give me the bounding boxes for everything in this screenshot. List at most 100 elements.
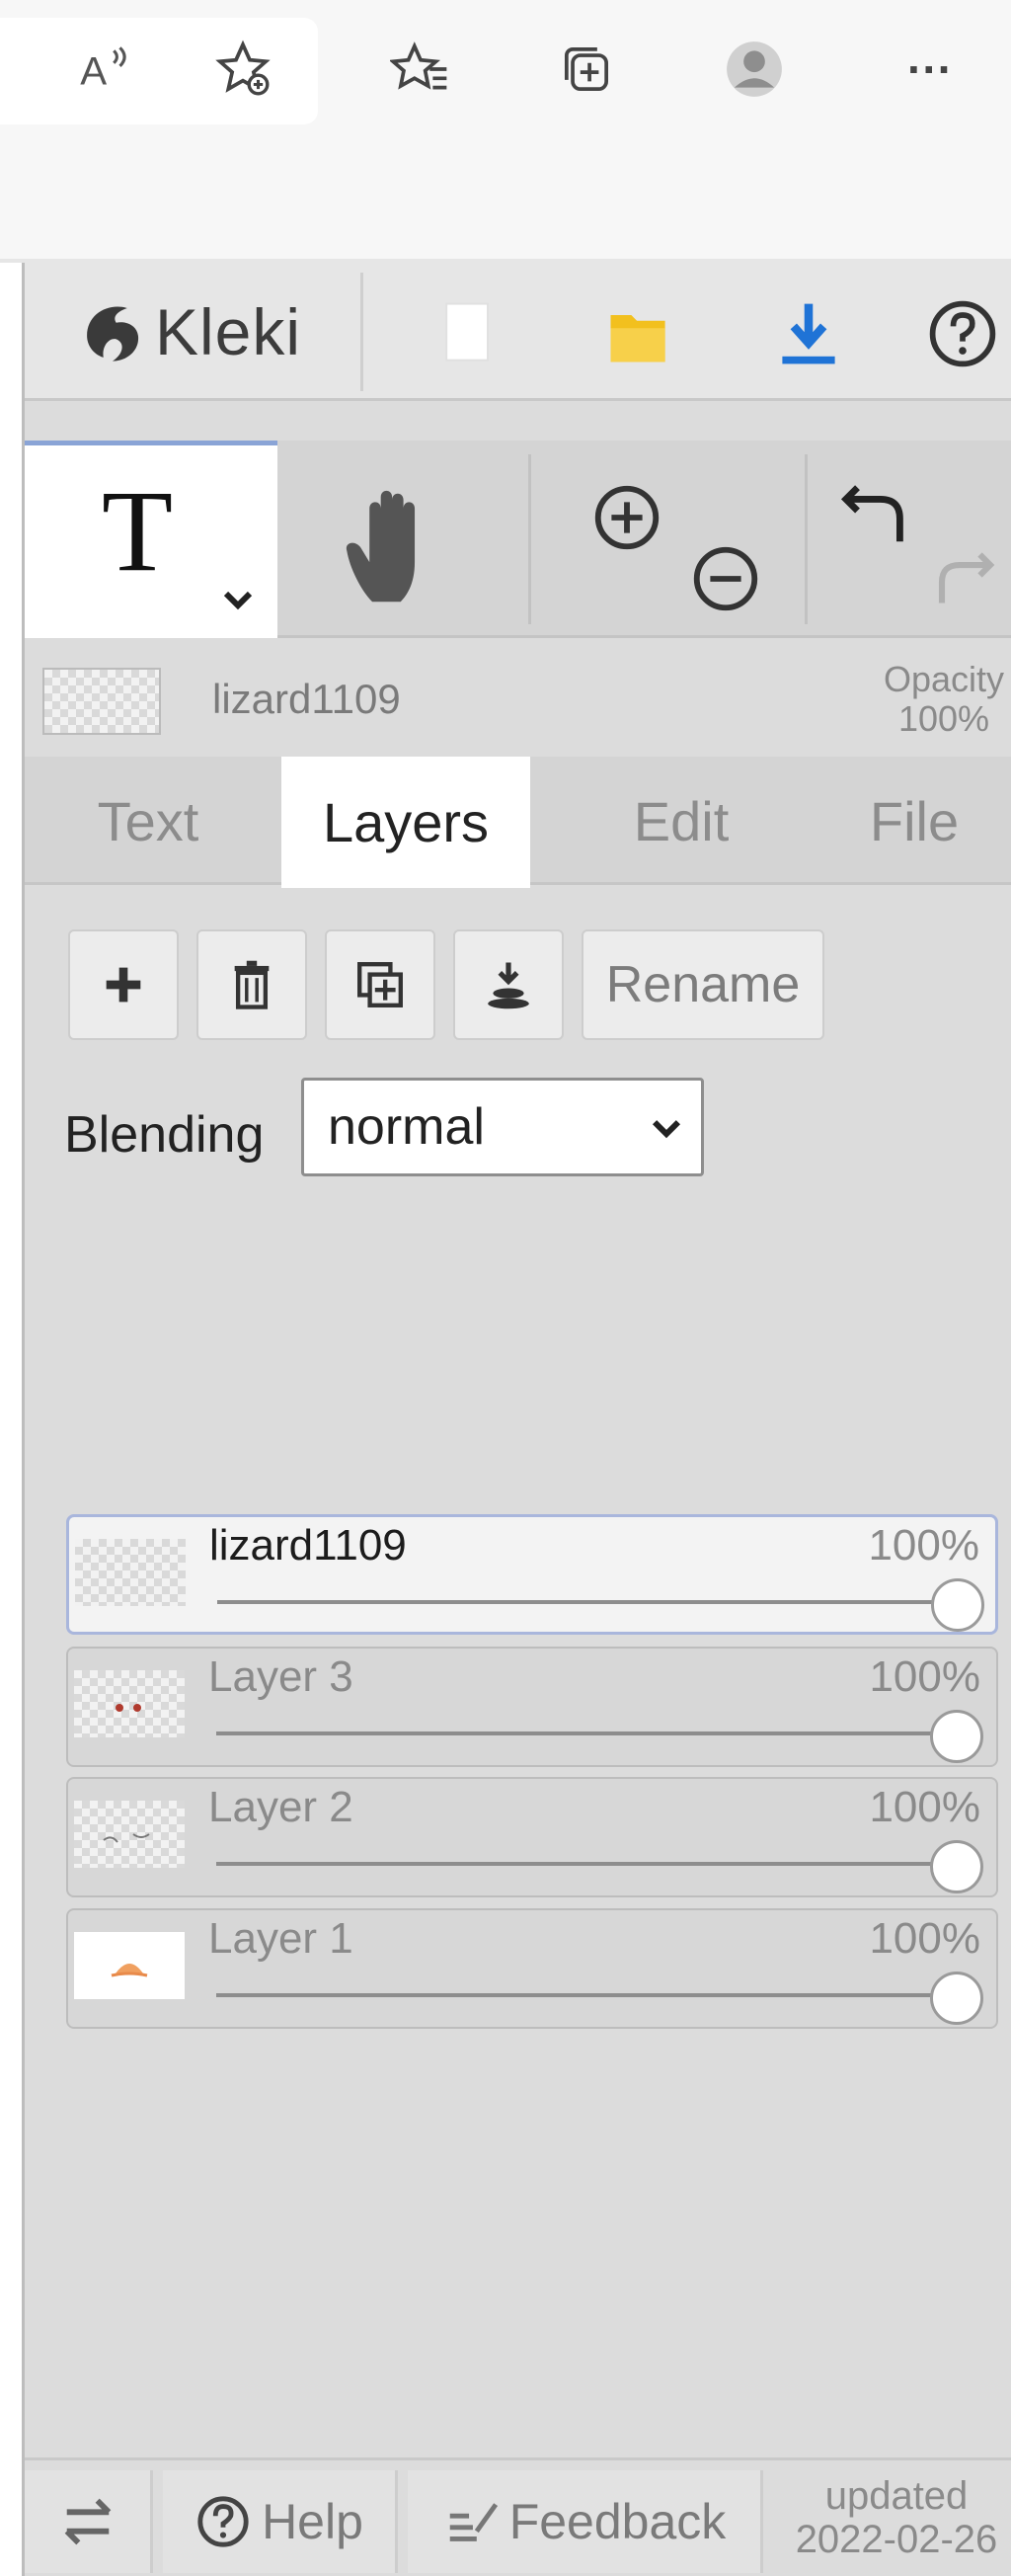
tab-text[interactable]: Text — [25, 757, 272, 885]
add-favorite-icon[interactable] — [201, 28, 284, 111]
page-content-edge — [0, 263, 22, 2576]
kleki-logo-icon — [87, 306, 139, 362]
redo-icon — [938, 552, 995, 604]
redo-button[interactable] — [913, 529, 1011, 628]
open-image-icon — [610, 315, 665, 362]
chevron-down-icon — [652, 1120, 681, 1139]
current-layer-opacity: Opacity 100% — [884, 660, 1004, 739]
swap-arrows-icon — [64, 2498, 111, 2545]
opacity-value: 100% — [897, 698, 990, 739]
layer-opacity: 100% — [869, 1783, 980, 1831]
delete-layer-icon — [234, 960, 270, 1009]
svg-text:A: A — [80, 49, 107, 94]
blending-label: Blending — [64, 1106, 265, 1164]
feedback-label: Feedback — [508, 2494, 727, 2549]
profile-icon[interactable] — [713, 28, 796, 111]
help-footer-button[interactable]: Help — [163, 2470, 398, 2573]
layer-thumbnail-art — [116, 1704, 141, 1712]
undo-icon — [840, 485, 903, 542]
collections-icon[interactable] — [545, 28, 628, 111]
layer-name: Layer 1 — [208, 1914, 353, 1963]
save-image-icon — [782, 303, 835, 364]
layers-panel: Rename Blending normal lizard1109 100% L… — [25, 888, 1011, 2419]
layer-name: lizard1109 — [209, 1521, 407, 1570]
duplicate-layer-button[interactable] — [325, 929, 435, 1040]
text-tool-icon: T — [102, 466, 174, 596]
layer-item-layer-1[interactable]: Layer 1 100% — [66, 1908, 998, 2029]
updated-date: 2022-02-26 — [795, 2518, 998, 2561]
layer-opacity: 100% — [869, 1914, 980, 1963]
current-layer-name: lizard1109 — [212, 676, 401, 722]
help-button[interactable] — [913, 284, 1011, 383]
help-icon — [197, 2496, 249, 2547]
tool-separator — [528, 454, 531, 624]
tool-row: T — [25, 441, 1011, 638]
duplicate-layer-icon — [357, 962, 403, 1007]
feedback-pen-icon — [449, 2503, 498, 2541]
zoom-out-button[interactable] — [666, 529, 785, 628]
tab-file[interactable]: File — [815, 757, 1011, 885]
merge-down-button[interactable] — [453, 929, 564, 1040]
kleki-logo[interactable]: Kleki — [76, 286, 301, 377]
panel-tabs: Text Layers Edit File — [25, 757, 1011, 888]
layer-thumbnail-art — [103, 1833, 150, 1843]
layer-opacity-knob[interactable] — [930, 1840, 983, 1893]
current-layer-info: lizard1109 Opacity 100% — [25, 638, 1011, 757]
save-image-button[interactable] — [759, 284, 858, 383]
help-label: Help — [262, 2494, 363, 2549]
layer-item-layer-3[interactable]: Layer 3 100% — [66, 1647, 998, 1767]
layer-name: Layer 3 — [208, 1652, 353, 1701]
layer-opacity: 100% — [869, 1652, 980, 1701]
kleki-logo-text: Kleki — [155, 295, 302, 368]
kleki-side-panel: Kleki T lizard1109 Opacity 100% Text Lay… — [22, 263, 1011, 2576]
blending-value: normal — [328, 1098, 485, 1156]
layer-opacity-knob[interactable] — [930, 1972, 983, 2025]
more-icon[interactable]: ··· — [889, 28, 972, 111]
merge-down-icon — [488, 962, 529, 1009]
layer-name: Layer 2 — [208, 1783, 353, 1831]
chevron-down-icon[interactable] — [218, 580, 258, 619]
blending-select[interactable]: normal — [301, 1078, 704, 1176]
layer-thumbnail-art — [111, 1964, 148, 1977]
layer-opacity-slider[interactable] — [216, 1862, 965, 1866]
opacity-label: Opacity — [883, 659, 1004, 699]
layer-item-layer-2[interactable]: Layer 2 100% — [66, 1777, 998, 1897]
layer-thumbnail — [74, 1670, 185, 1737]
browser-toolbar: A ··· — [0, 0, 1011, 259]
current-layer-thumbnail — [42, 668, 161, 735]
layer-item-lizard1109[interactable]: lizard1109 100% — [66, 1514, 998, 1635]
updated-label: updated — [824, 2474, 969, 2518]
hand-tool-button[interactable] — [311, 476, 479, 614]
layer-opacity-slider[interactable] — [216, 1731, 965, 1735]
layer-thumbnail — [74, 1932, 185, 1999]
open-image-button[interactable] — [589, 284, 688, 383]
tool-separator — [805, 454, 808, 624]
zoom-out-icon — [693, 546, 758, 611]
layer-opacity: 100% — [868, 1521, 979, 1570]
layer-thumbnail — [75, 1539, 186, 1606]
panel-footer: Help Feedback updated 2022-02-26 — [25, 2457, 1011, 2576]
read-aloud-icon[interactable]: A — [63, 28, 146, 111]
text-tool-button[interactable]: T — [25, 441, 277, 638]
delete-layer-button[interactable] — [196, 929, 307, 1040]
swap-side-button[interactable] — [25, 2470, 153, 2573]
layer-opacity-knob[interactable] — [931, 1578, 984, 1632]
layer-thumbnail — [74, 1801, 185, 1868]
tab-edit[interactable]: Edit — [558, 757, 805, 885]
updated-info: updated 2022-02-26 — [773, 2474, 1011, 2561]
zoom-in-icon — [594, 485, 660, 550]
layer-opacity-slider[interactable] — [216, 1993, 965, 1997]
tab-layers[interactable]: Layers — [281, 757, 530, 888]
header-divider — [360, 273, 363, 391]
new-image-icon — [445, 302, 489, 362]
favorites-icon[interactable] — [379, 28, 462, 111]
rename-label: Rename — [605, 956, 801, 1013]
layer-opacity-slider[interactable] — [217, 1600, 966, 1604]
feedback-button[interactable]: Feedback — [408, 2470, 763, 2573]
rename-layer-button[interactable]: Rename — [582, 929, 824, 1040]
new-image-button[interactable] — [420, 284, 518, 383]
kleki-header: Kleki — [25, 263, 1011, 401]
layer-opacity-knob[interactable] — [930, 1710, 983, 1763]
hand-tool-icon — [346, 490, 416, 603]
add-layer-button[interactable] — [68, 929, 179, 1040]
